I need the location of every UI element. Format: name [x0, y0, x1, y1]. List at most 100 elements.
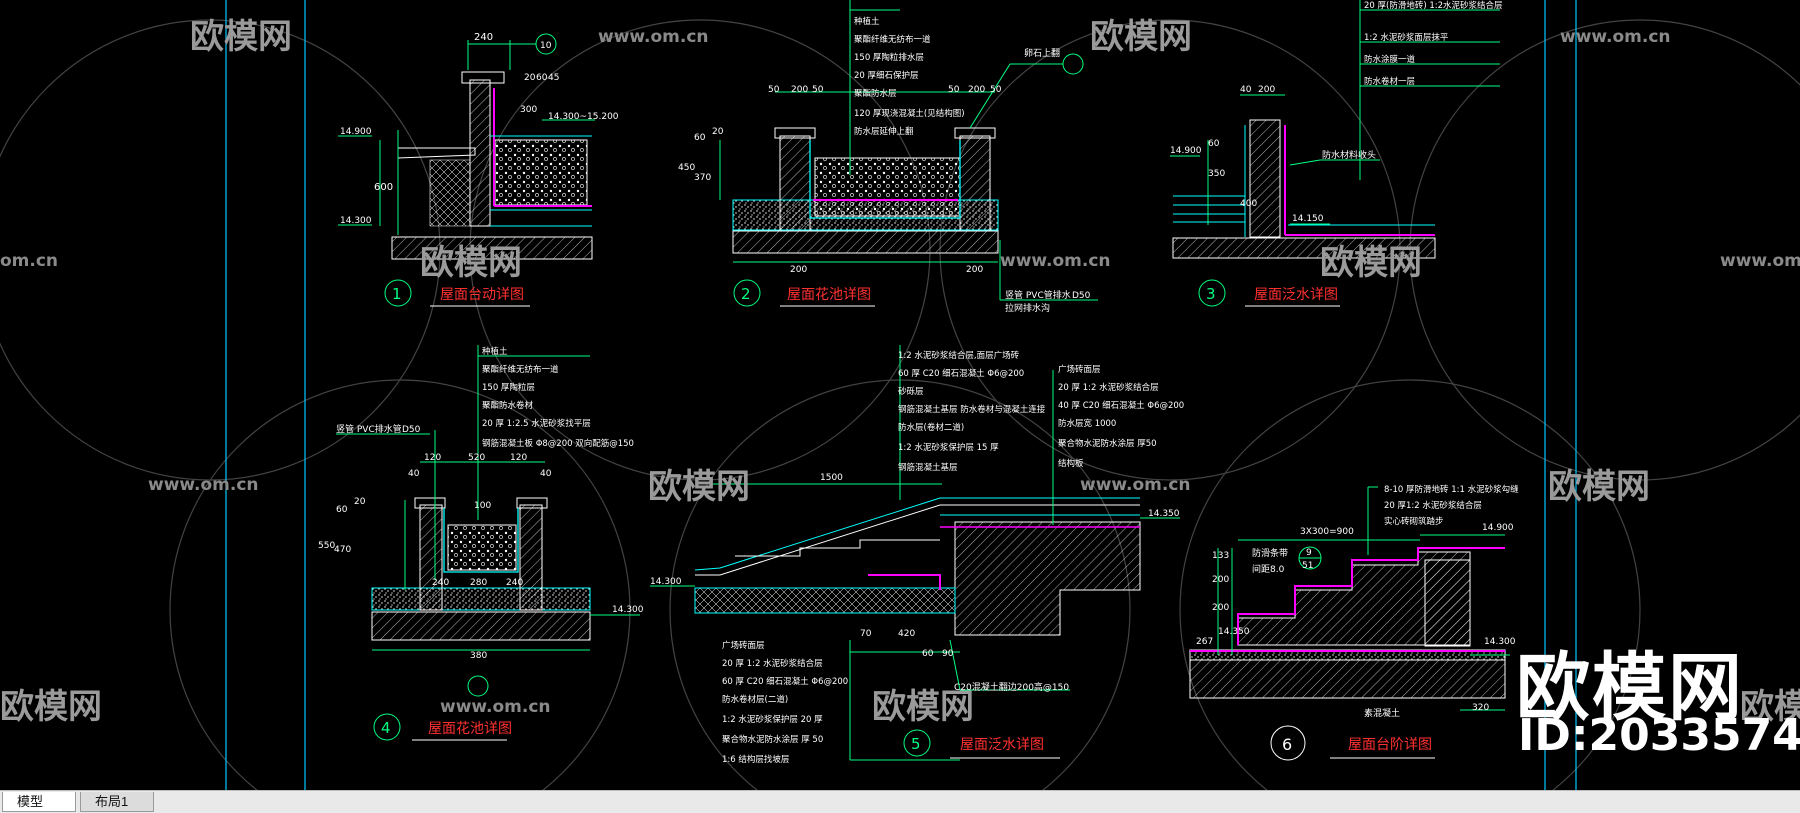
d5-dim-top: 1500 [820, 473, 843, 483]
svg-text:防水卷材一层: 防水卷材一层 [1364, 76, 1415, 87]
detail-3-drawing [1170, 0, 1500, 259]
detail-6-number: 6 [1282, 735, 1292, 754]
detail-6-title[interactable]: 屋面台阶详图 [1348, 737, 1432, 753]
svg-text:种植土: 种植土 [854, 16, 880, 27]
d2-dim-top-3: 50 [948, 85, 960, 95]
d2-dim-left-2: 60 [694, 133, 706, 143]
d6-dim-left-0: 133 [1212, 551, 1229, 561]
d6-note1: 防滑条带 [1252, 547, 1288, 559]
detail-6-notes: 8-10 厚防滑地砖 1:1 水泥砂浆勾缝 20 厚1:2 水泥砂浆结合层 实心… [1384, 484, 1519, 527]
svg-text:www.om.cn: www.om.cn [1720, 251, 1800, 271]
svg-text:聚酯防水卷材: 聚酯防水卷材 [482, 400, 534, 411]
svg-text:8-10 厚防滑地砖 1:1 水泥砂浆勾缝: 8-10 厚防滑地砖 1:1 水泥砂浆勾缝 [1384, 484, 1519, 495]
d3-elev-bottom: 14.150 [1292, 214, 1324, 224]
svg-text:聚合物水泥防水涂层 厚 50: 聚合物水泥防水涂层 厚 50 [722, 734, 823, 745]
d2-dim-left-0: 450 [678, 163, 695, 173]
d1-dim-60: 60 [536, 73, 548, 83]
d5-dim-bottom-1: 420 [898, 629, 915, 639]
svg-text:40 厚 C20 细石混凝土 Φ6@200: 40 厚 C20 细石混凝土 Φ6@200 [1058, 400, 1184, 411]
d3-dim-top-0: 40 [1240, 85, 1252, 95]
d3-dim-left-2: 400 [1240, 199, 1257, 209]
d3-dim-left-0: 60 [1208, 139, 1220, 149]
detail-3-title[interactable]: 屋面泛水详图 [1254, 287, 1338, 303]
d5-elev-right: 14.350 [1148, 509, 1180, 519]
d6-detail-ref2: 51 [1302, 561, 1313, 571]
d2-dim-top-2: 50 [812, 85, 824, 95]
svg-text:欧模网: 欧模网 [1090, 17, 1192, 57]
svg-text:防水涂膜一道: 防水涂膜一道 [1364, 54, 1416, 65]
svg-text:聚合物水泥防水涂层 厚50: 聚合物水泥防水涂层 厚50 [1058, 438, 1157, 449]
d2-note: 竖管 PVC管排水 [1005, 289, 1071, 301]
svg-text:www.om.cn: www.om.cn [1080, 475, 1191, 495]
d3-dim-left-1: 350 [1208, 169, 1225, 179]
d3-dim-top-1: 200 [1258, 85, 1275, 95]
d4-dim-mid-2: 240 [506, 578, 523, 588]
d2-dim-bottom-1: 200 [966, 265, 983, 275]
tab-layout1[interactable]: 布局1 [80, 792, 154, 812]
d6-dim-left-1: 200 [1212, 575, 1229, 585]
svg-text:钢筋混凝土基层: 钢筋混凝土基层 [898, 462, 958, 473]
detail-1-title[interactable]: 屋面台动详图 [440, 287, 524, 303]
svg-text:钢筋混凝土板 Φ8@200 双向配筋@150: 钢筋混凝土板 Φ8@200 双向配筋@150 [482, 438, 634, 449]
svg-text:1:2 水泥砂浆保护层 15 厚: 1:2 水泥砂浆保护层 15 厚 [898, 442, 999, 453]
d1-leader-ref: 10 [540, 41, 552, 51]
d2-dim-top-0: 50 [768, 85, 780, 95]
d2-dim-top-4: 200 [968, 85, 985, 95]
svg-text:广场砖面层: 广场砖面层 [1058, 364, 1101, 375]
detail-1-drawing [338, 33, 595, 260]
d2-dim-left-1: 370 [694, 173, 711, 183]
svg-text:欧模网: 欧模网 [648, 467, 750, 507]
svg-text:1:6 结构层找坡层: 1:6 结构层找坡层 [722, 754, 789, 765]
detail-4-title[interactable]: 屋面花池详图 [428, 721, 512, 737]
d4-dim-left-1: 20 [354, 497, 366, 507]
svg-text:www.om.cn: www.om.cn [598, 27, 709, 47]
detail-1-number: 1 [392, 285, 402, 303]
d6-bottom-note: 素混凝土 [1364, 707, 1400, 719]
detail-2-number: 2 [741, 285, 751, 303]
svg-text:60 厚 C20 细石混凝土 Φ6@200: 60 厚 C20 细石混凝土 Φ6@200 [722, 676, 848, 687]
detail-2-title[interactable]: 屋面花池详图 [787, 287, 871, 303]
svg-text:1:2 水泥砂浆保护层 20 厚: 1:2 水泥砂浆保护层 20 厚 [722, 714, 823, 725]
d2-note2: 拉网排水沟 [1005, 302, 1050, 314]
d4-dim-mid-1: 280 [470, 578, 487, 588]
d5-dim-bottom-0: 70 [860, 629, 872, 639]
svg-text:www.om.cn: www.om.cn [1560, 27, 1671, 47]
svg-text:砂砾层: 砂砾层 [898, 386, 924, 397]
d1-right-elev: 14.300~15.200 [548, 112, 619, 122]
svg-text:20 厚 1:2 水泥砂浆结合层: 20 厚 1:2 水泥砂浆结合层 [722, 658, 823, 669]
d1-dim-45: 45 [548, 73, 559, 83]
d1-dim-300: 300 [520, 105, 537, 115]
svg-text:20 厚 1:2 水泥砂浆结合层: 20 厚 1:2 水泥砂浆结合层 [1058, 382, 1159, 393]
d2-label: 卵石上翻 [1024, 48, 1060, 59]
d5-dim-bottom-3: 90 [942, 649, 954, 659]
svg-text:www.om.cn: www.om.cn [1000, 251, 1111, 271]
svg-text:种植土: 种植土 [482, 346, 508, 357]
svg-text:结构板: 结构板 [1058, 458, 1084, 469]
d4-dim-top-2: 520 [468, 453, 485, 463]
svg-text:1:2 水泥砂浆面层抹平: 1:2 水泥砂浆面层抹平 [1364, 32, 1449, 43]
d4-note: 竖管 PVC排水管 [336, 423, 402, 435]
d6-elev-right: 14.300 [1484, 637, 1516, 647]
svg-text:防水层宽 1000: 防水层宽 1000 [1058, 418, 1116, 429]
d4-dim-left-3: 470 [334, 545, 351, 555]
layout-tab-bar: 模型 布局1 [0, 790, 1800, 813]
tab-model[interactable]: 模型 [2, 792, 76, 812]
d6-bottom-dim: 320 [1472, 703, 1489, 713]
svg-text:聚酯防水层: 聚酯防水层 [854, 88, 897, 99]
d4-dim-left-0: 60 [336, 505, 348, 515]
detail-5-title[interactable]: 屋面泛水详图 [960, 737, 1044, 753]
svg-text:20 厚(防滑地砖) 1:2水泥砂浆结合层: 20 厚(防滑地砖) 1:2水泥砂浆结合层 [1364, 0, 1503, 11]
svg-text:防水层延伸上翻: 防水层延伸上翻 [854, 126, 914, 137]
svg-text:钢筋混凝土基层 防水卷材与混凝土连接: 钢筋混凝土基层 防水卷材与混凝土连接 [898, 404, 1046, 415]
svg-text:欧模网: 欧模网 [1548, 467, 1650, 507]
svg-text:广场砖面层: 广场砖面层 [722, 640, 765, 651]
svg-text:www.om.cn: www.om.cn [148, 475, 259, 495]
svg-text:120 厚现浇混凝土(见结构图): 120 厚现浇混凝土(见结构图) [854, 108, 965, 119]
svg-text:欧模网: 欧模网 [872, 687, 974, 727]
d6-elev-left: 14.350 [1218, 627, 1250, 637]
detail-2-notes: 种植土 聚酯纤维无纺布一道 150 厚陶粒排水层 20 厚细石保护层 聚酯防水层… [854, 16, 965, 137]
d2-note-val: D50 [1072, 291, 1091, 301]
d4-dim-mid-0: 240 [432, 578, 449, 588]
d1-dim-left: 600 [374, 182, 393, 193]
detail-5-number: 5 [911, 735, 921, 753]
